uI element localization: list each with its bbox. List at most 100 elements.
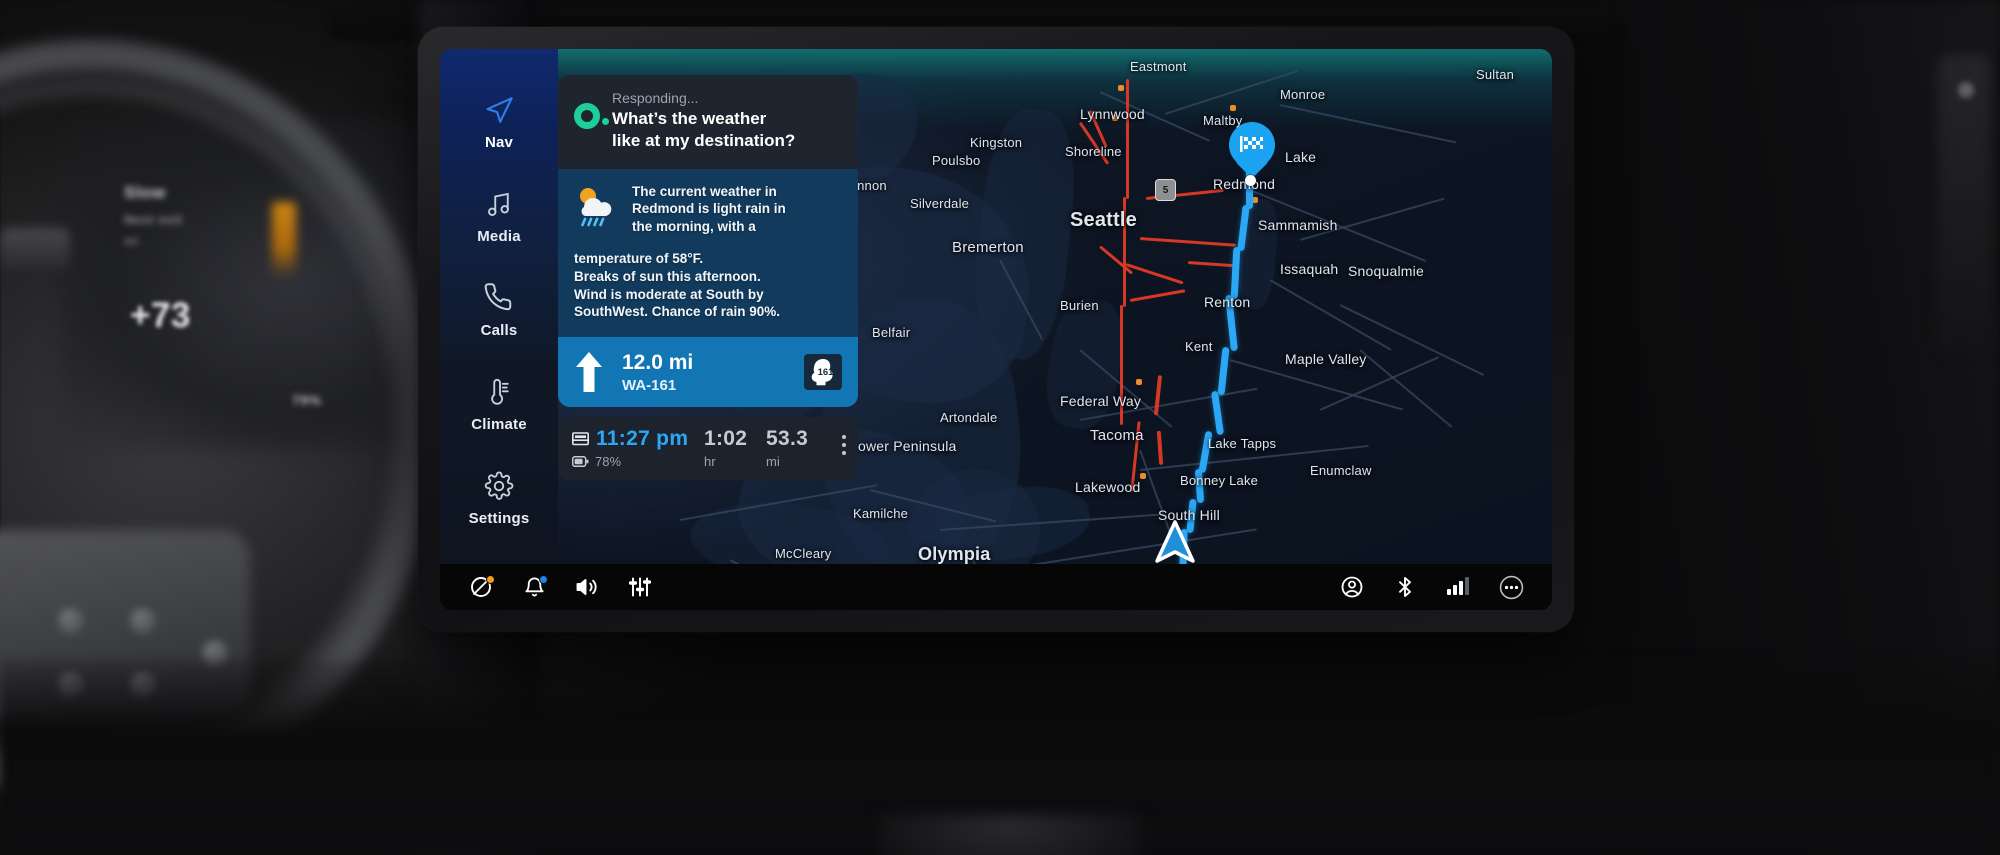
assistant-orb [574, 103, 609, 129]
sidebar-label-settings: Settings [468, 510, 530, 527]
assistant-query-line1: What’s the weather [612, 109, 767, 128]
app-switcher-icon[interactable] [468, 574, 495, 600]
weather-response-card-continued: temperature of 58°F. Breaks of sun this … [558, 249, 858, 338]
bell-icon[interactable] [521, 574, 548, 600]
assistant-text-block: Responding... What’s the weather like at… [612, 90, 795, 152]
map-label: Maple Valley [1285, 351, 1367, 367]
volume-icon[interactable] [574, 574, 600, 600]
eta-distance: 53.3 [766, 427, 809, 451]
turn-direction-card[interactable]: 12.0 mi WA-161 161 [558, 337, 858, 408]
map-label: Poulsbo [932, 153, 981, 168]
map-label: Seattle [1070, 209, 1137, 231]
thermometer-icon [482, 375, 516, 409]
map-label: Tacoma [1090, 427, 1144, 444]
map-label: Monroe [1280, 87, 1326, 102]
checkered-flag-icon [1240, 136, 1263, 152]
dashboard-vent-right [1938, 55, 1990, 355]
eta-battery-level: 78% [595, 454, 622, 470]
eta-arrival-group: 11:27 pm 78% [572, 427, 704, 469]
weather-line-1: The current weather in [632, 183, 777, 199]
profile-icon[interactable] [1339, 574, 1365, 600]
center-console-lip [880, 815, 1140, 855]
sidebar-item-settings[interactable]: Settings [447, 469, 551, 527]
bell-badge [539, 575, 548, 584]
weather-line-4: temperature of 58°F. [574, 250, 704, 266]
dashboard-knob [1958, 82, 1974, 98]
map-label: Olympia [918, 544, 991, 564]
weather-text-continued: temperature of 58°F. Breaks of sun this … [574, 250, 780, 321]
weather-line-7: SouthWest. Chance of rain 90%. [574, 304, 781, 320]
infotainment-screen: Eastmont Sultan Monroe Lynnwood Maltby Kingst… [440, 49, 1552, 610]
navigation-cards-column: Responding... What’s the weather like at… [558, 49, 858, 564]
map-label: Artondale [940, 410, 998, 425]
straight-ahead-arrow-icon [576, 352, 602, 393]
assistant-query-line2: like at my destination? [612, 130, 796, 150]
sidebar-label-media: Media [477, 228, 521, 245]
app-area: Eastmont Sultan Monroe Lynnwood Maltby Kingst… [440, 49, 1552, 564]
battery-icon [572, 456, 589, 468]
map-label: Lower Peninsula [850, 438, 957, 454]
weather-line-6: Wind is moderate at South by [574, 286, 764, 302]
sidebar-item-climate[interactable]: Climate [447, 375, 551, 433]
taskbar-right-group [1339, 574, 1524, 600]
app-switcher-badge [486, 575, 495, 584]
eta-summary-bar[interactable]: 11:27 pm 78% 1:02 hr 53.3 mi [558, 417, 858, 481]
taskbar-left-group [468, 574, 653, 600]
map-label: Lake Tapps [1208, 436, 1277, 451]
route-shield-wa161: 161 [804, 354, 842, 391]
sidebar-item-media[interactable]: Media [447, 187, 551, 245]
screenshot-root: Slow Next exit mi +73 79% Eastmont Sulta… [0, 0, 2000, 855]
map-label: Eastmont [1130, 59, 1187, 74]
steering-wheel-button [130, 608, 156, 634]
vehicle-heading-arrow [1155, 520, 1195, 563]
music-note-icon [482, 187, 516, 221]
map-label: Issaquah [1280, 261, 1339, 277]
assistant-orb-ring [574, 103, 600, 129]
map-label: Lakewood [1075, 479, 1141, 495]
eta-arrival-row: 11:27 pm [572, 427, 704, 451]
eta-kebab-menu-icon[interactable] [842, 427, 846, 456]
sidebar-label-nav: Nav [484, 134, 514, 151]
map-label: Lake [1285, 149, 1317, 165]
sidebar-item-nav[interactable]: Nav [447, 93, 551, 151]
weather-response-card[interactable]: The current weather in Redmond is light … [558, 168, 858, 252]
sidebar-label-calls: Calls [480, 322, 518, 339]
steering-wheel-button [58, 608, 84, 634]
more-options-icon[interactable] [1498, 574, 1524, 600]
map-label: Bonney Lake [1180, 473, 1259, 488]
map-label: Burien [1060, 298, 1099, 313]
weather-line-2: Redmond is light rain in [632, 201, 786, 217]
assistant-response-card[interactable]: Responding... What’s the weather like at… [558, 75, 858, 169]
weather-line-3: the morning, with a [632, 219, 756, 235]
map-label: Belfair [872, 325, 911, 340]
signal-bars [1447, 577, 1469, 595]
equalizer-icon[interactable] [627, 574, 653, 600]
map-label: Silverdale [910, 196, 970, 211]
sun-behind-rain-cloud-icon [580, 187, 612, 226]
navigation-arrow-icon [482, 93, 516, 127]
sidebar-label-climate: Climate [471, 416, 527, 433]
eta-distance-group: 53.3 mi [766, 427, 842, 469]
signal-bars-icon[interactable] [1445, 574, 1471, 600]
map-label: Kent [1185, 339, 1213, 354]
bluetooth-icon[interactable] [1392, 574, 1418, 600]
map-label: Snoqualmie [1348, 263, 1424, 279]
map-label: innon [854, 178, 887, 193]
sidebar-item-calls[interactable]: Calls [447, 281, 551, 339]
map-label: Sammamish [1258, 217, 1338, 233]
map-label: Kingston [970, 135, 1023, 150]
eta-duration-unit: hr [704, 454, 716, 470]
destination-pin[interactable] [1229, 122, 1275, 180]
phone-icon [482, 281, 516, 315]
direction-distance: 12.0 mi [622, 350, 694, 374]
map-label: Enumclaw [1310, 463, 1372, 478]
assistant-orb-dot [602, 118, 609, 125]
map-label: Federal Way [1060, 393, 1142, 409]
eta-duration-group: 1:02 hr [704, 427, 766, 469]
direction-text: 12.0 mi WA-161 [622, 351, 786, 394]
map-label: Sultan [1476, 67, 1515, 82]
gear-icon [482, 469, 516, 503]
infotainment-bezel: Eastmont Sultan Monroe Lynnwood Maltby Kingst… [418, 27, 1574, 632]
weather-line-5: Breaks of sun this afternoon. [574, 268, 761, 284]
system-taskbar [440, 564, 1552, 610]
